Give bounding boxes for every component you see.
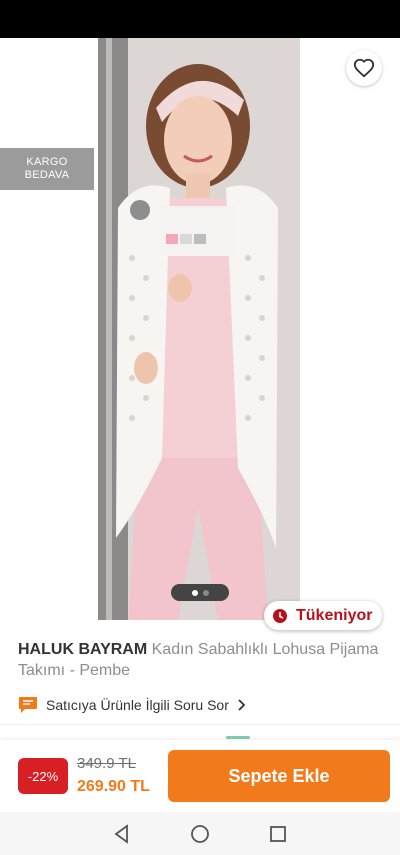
- share-button[interactable]: [290, 52, 326, 88]
- original-price: 349.9 TL: [77, 755, 136, 772]
- purchase-bar: -22% 349.9 TL 269.90 TL Sepete Ekle: [0, 740, 400, 812]
- ask-seller-link[interactable]: Satıcıya Ürünle İlgili Soru Sor: [18, 694, 247, 716]
- home-circle-icon[interactable]: [190, 824, 210, 844]
- product-title: HALUK BAYRAM Kadın Sabahlıklı Lohusa Pij…: [18, 639, 388, 681]
- recents-square-icon[interactable]: [268, 824, 288, 844]
- add-to-cart-button[interactable]: Sepete Ekle: [168, 750, 390, 802]
- chat-bubble-icon: [19, 697, 37, 713]
- back-triangle-icon[interactable]: [112, 823, 132, 844]
- discount-badge: -22%: [18, 758, 68, 794]
- carousel-dot-active: [191, 589, 198, 596]
- free-shipping-badge: KARGO BEDAVA: [0, 148, 94, 190]
- share-icon: [299, 60, 317, 80]
- carousel-dot: [202, 589, 209, 596]
- low-stock-badge: Tükeniyor: [264, 601, 382, 630]
- clock-icon: [273, 608, 287, 623]
- product-title-block: HALUK BAYRAM Kadın Sabahlıklı Lohusa Pij…: [18, 639, 388, 681]
- cargo-badge-line-1: KARGO: [26, 156, 68, 168]
- cargo-badge-line-2: BEDAVA: [24, 169, 70, 181]
- section-divider: [0, 724, 400, 725]
- brand-name[interactable]: HALUK BAYRAM: [18, 641, 147, 658]
- carousel-indicator: [171, 584, 229, 601]
- chevron-right-icon: [238, 699, 246, 711]
- arrow-left-icon: [24, 62, 40, 78]
- status-bar: [0, 0, 400, 38]
- stock-status-label: Tükeniyor: [296, 606, 373, 624]
- product-detail-screen: KARGO BEDAVA Tükeniyor HALUK BAYRAM Kadı…: [0, 0, 400, 855]
- product-photo: [98, 38, 300, 620]
- heart-outline-icon: [353, 58, 375, 78]
- back-button[interactable]: [14, 52, 50, 88]
- product-image-carousel[interactable]: KARGO BEDAVA: [0, 38, 400, 620]
- favorite-button[interactable]: [346, 50, 382, 86]
- system-nav-bar: [0, 812, 400, 855]
- ask-seller-label: Satıcıya Ürünle İlgili Soru Sor: [46, 697, 229, 713]
- section-accent: [226, 736, 250, 739]
- sale-price: 269.90 TL: [77, 778, 150, 795]
